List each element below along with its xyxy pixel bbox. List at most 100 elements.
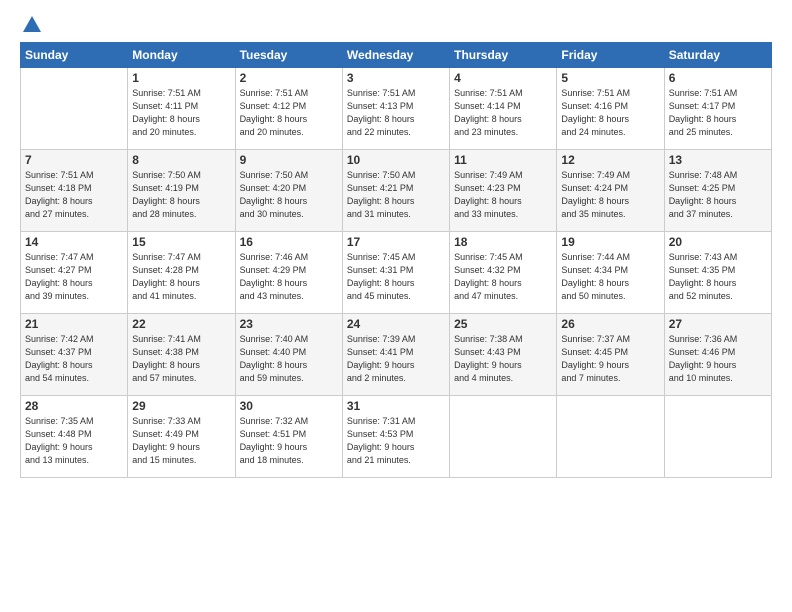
calendar-cell: 11 Sunrise: 7:49 AM Sunset: 4:23 PM Dayli… [450, 150, 557, 232]
calendar-cell: 25 Sunrise: 7:38 AM Sunset: 4:43 PM Dayli… [450, 314, 557, 396]
day-number: 14 [25, 235, 123, 249]
day-number: 9 [240, 153, 338, 167]
logo [20, 16, 41, 32]
day-info: Sunrise: 7:47 AM Sunset: 4:28 PM Dayligh… [132, 251, 230, 303]
calendar-cell: 18 Sunrise: 7:45 AM Sunset: 4:32 PM Dayli… [450, 232, 557, 314]
calendar-cell: 12 Sunrise: 7:49 AM Sunset: 4:24 PM Dayli… [557, 150, 664, 232]
day-header-friday: Friday [557, 43, 664, 68]
day-number: 25 [454, 317, 552, 331]
day-info: Sunrise: 7:51 AM Sunset: 4:11 PM Dayligh… [132, 87, 230, 139]
day-info: Sunrise: 7:51 AM Sunset: 4:14 PM Dayligh… [454, 87, 552, 139]
page: SundayMondayTuesdayWednesdayThursdayFrid… [0, 0, 792, 612]
day-number: 11 [454, 153, 552, 167]
day-number: 21 [25, 317, 123, 331]
calendar-week-3: 21 Sunrise: 7:42 AM Sunset: 4:37 PM Dayli… [21, 314, 772, 396]
calendar-cell: 26 Sunrise: 7:37 AM Sunset: 4:45 PM Dayli… [557, 314, 664, 396]
calendar-cell: 24 Sunrise: 7:39 AM Sunset: 4:41 PM Dayli… [342, 314, 449, 396]
day-info: Sunrise: 7:36 AM Sunset: 4:46 PM Dayligh… [669, 333, 767, 385]
calendar-cell: 1 Sunrise: 7:51 AM Sunset: 4:11 PM Daylig… [128, 68, 235, 150]
day-number: 4 [454, 71, 552, 85]
day-header-wednesday: Wednesday [342, 43, 449, 68]
day-number: 23 [240, 317, 338, 331]
day-number: 27 [669, 317, 767, 331]
day-info: Sunrise: 7:38 AM Sunset: 4:43 PM Dayligh… [454, 333, 552, 385]
day-number: 28 [25, 399, 123, 413]
day-info: Sunrise: 7:42 AM Sunset: 4:37 PM Dayligh… [25, 333, 123, 385]
day-info: Sunrise: 7:51 AM Sunset: 4:17 PM Dayligh… [669, 87, 767, 139]
calendar-cell: 22Sunrise: 7:41 AM Sunset: 4:38 PM Dayli… [128, 314, 235, 396]
day-info: Sunrise: 7:40 AM Sunset: 4:40 PM Dayligh… [240, 333, 338, 385]
day-number: 7 [25, 153, 123, 167]
calendar-table: SundayMondayTuesdayWednesdayThursdayFrid… [20, 42, 772, 478]
day-number: 20 [669, 235, 767, 249]
day-number: 15 [132, 235, 230, 249]
day-info: Sunrise: 7:44 AM Sunset: 4:34 PM Dayligh… [561, 251, 659, 303]
day-info: Sunrise: 7:35 AM Sunset: 4:48 PM Dayligh… [25, 415, 123, 467]
calendar-cell: 3 Sunrise: 7:51 AM Sunset: 4:13 PM Daylig… [342, 68, 449, 150]
calendar-cell: 23 Sunrise: 7:40 AM Sunset: 4:40 PM Dayli… [235, 314, 342, 396]
day-info: Sunrise: 7:46 AM Sunset: 4:29 PM Dayligh… [240, 251, 338, 303]
day-number: 26 [561, 317, 659, 331]
day-info: Sunrise: 7:31 AM Sunset: 4:53 PM Dayligh… [347, 415, 445, 467]
day-number: 8 [132, 153, 230, 167]
day-number: 31 [347, 399, 445, 413]
day-number: 5 [561, 71, 659, 85]
day-header-monday: Monday [128, 43, 235, 68]
day-number: 19 [561, 235, 659, 249]
day-info: Sunrise: 7:32 AM Sunset: 4:51 PM Dayligh… [240, 415, 338, 467]
day-number: 29 [132, 399, 230, 413]
calendar-cell: 29 Sunrise: 7:33 AM Sunset: 4:49 PM Dayli… [128, 396, 235, 478]
calendar-cell [664, 396, 771, 478]
day-header-tuesday: Tuesday [235, 43, 342, 68]
day-info: Sunrise: 7:39 AM Sunset: 4:41 PM Dayligh… [347, 333, 445, 385]
day-info: Sunrise: 7:51 AM Sunset: 4:16 PM Dayligh… [561, 87, 659, 139]
day-number: 3 [347, 71, 445, 85]
day-number: 10 [347, 153, 445, 167]
calendar-cell: 31 Sunrise: 7:31 AM Sunset: 4:53 PM Dayli… [342, 396, 449, 478]
day-header-sunday: Sunday [21, 43, 128, 68]
day-info: Sunrise: 7:43 AM Sunset: 4:35 PM Dayligh… [669, 251, 767, 303]
calendar-cell: 2Sunrise: 7:51 AM Sunset: 4:12 PM Daylig… [235, 68, 342, 150]
day-number: 6 [669, 71, 767, 85]
calendar-cell [21, 68, 128, 150]
calendar-cell: 4 Sunrise: 7:51 AM Sunset: 4:14 PM Daylig… [450, 68, 557, 150]
calendar-cell: 27 Sunrise: 7:36 AM Sunset: 4:46 PM Dayli… [664, 314, 771, 396]
day-info: Sunrise: 7:49 AM Sunset: 4:24 PM Dayligh… [561, 169, 659, 221]
day-number: 18 [454, 235, 552, 249]
day-number: 24 [347, 317, 445, 331]
day-info: Sunrise: 7:50 AM Sunset: 4:20 PM Dayligh… [240, 169, 338, 221]
calendar-cell: 7 Sunrise: 7:51 AM Sunset: 4:18 PM Daylig… [21, 150, 128, 232]
day-info: Sunrise: 7:51 AM Sunset: 4:13 PM Dayligh… [347, 87, 445, 139]
calendar-cell: 20 Sunrise: 7:43 AM Sunset: 4:35 PM Dayli… [664, 232, 771, 314]
calendar-cell [557, 396, 664, 478]
calendar-cell: 15 Sunrise: 7:47 AM Sunset: 4:28 PM Dayli… [128, 232, 235, 314]
calendar-cell: 30 Sunrise: 7:32 AM Sunset: 4:51 PM Dayli… [235, 396, 342, 478]
day-info: Sunrise: 7:48 AM Sunset: 4:25 PM Dayligh… [669, 169, 767, 221]
day-info: Sunrise: 7:37 AM Sunset: 4:45 PM Dayligh… [561, 333, 659, 385]
day-number: 16 [240, 235, 338, 249]
calendar-week-1: 7 Sunrise: 7:51 AM Sunset: 4:18 PM Daylig… [21, 150, 772, 232]
calendar-cell: 9 Sunrise: 7:50 AM Sunset: 4:20 PM Daylig… [235, 150, 342, 232]
day-info: Sunrise: 7:51 AM Sunset: 4:18 PM Dayligh… [25, 169, 123, 221]
calendar-cell: 10 Sunrise: 7:50 AM Sunset: 4:21 PM Dayli… [342, 150, 449, 232]
calendar-cell: 5 Sunrise: 7:51 AM Sunset: 4:16 PM Daylig… [557, 68, 664, 150]
calendar-cell: 8 Sunrise: 7:50 AM Sunset: 4:19 PM Daylig… [128, 150, 235, 232]
calendar-header-row: SundayMondayTuesdayWednesdayThursdayFrid… [21, 43, 772, 68]
day-info: Sunrise: 7:33 AM Sunset: 4:49 PM Dayligh… [132, 415, 230, 467]
calendar-cell: 6 Sunrise: 7:51 AM Sunset: 4:17 PM Daylig… [664, 68, 771, 150]
day-info: Sunrise: 7:49 AM Sunset: 4:23 PM Dayligh… [454, 169, 552, 221]
day-info: Sunrise: 7:51 AM Sunset: 4:12 PM Dayligh… [240, 87, 338, 139]
day-info: Sunrise: 7:50 AM Sunset: 4:21 PM Dayligh… [347, 169, 445, 221]
day-info: Sunrise: 7:45 AM Sunset: 4:31 PM Dayligh… [347, 251, 445, 303]
calendar-cell: 28 Sunrise: 7:35 AM Sunset: 4:48 PM Dayli… [21, 396, 128, 478]
day-number: 12 [561, 153, 659, 167]
day-info: Sunrise: 7:45 AM Sunset: 4:32 PM Dayligh… [454, 251, 552, 303]
day-number: 1 [132, 71, 230, 85]
day-info: Sunrise: 7:41 AM Sunset: 4:38 PM Dayligh… [132, 333, 230, 385]
header [20, 16, 772, 32]
calendar-cell [450, 396, 557, 478]
calendar-week-2: 14Sunrise: 7:47 AM Sunset: 4:27 PM Dayli… [21, 232, 772, 314]
day-number: 30 [240, 399, 338, 413]
day-info: Sunrise: 7:50 AM Sunset: 4:19 PM Dayligh… [132, 169, 230, 221]
calendar-cell: 21 Sunrise: 7:42 AM Sunset: 4:37 PM Dayli… [21, 314, 128, 396]
